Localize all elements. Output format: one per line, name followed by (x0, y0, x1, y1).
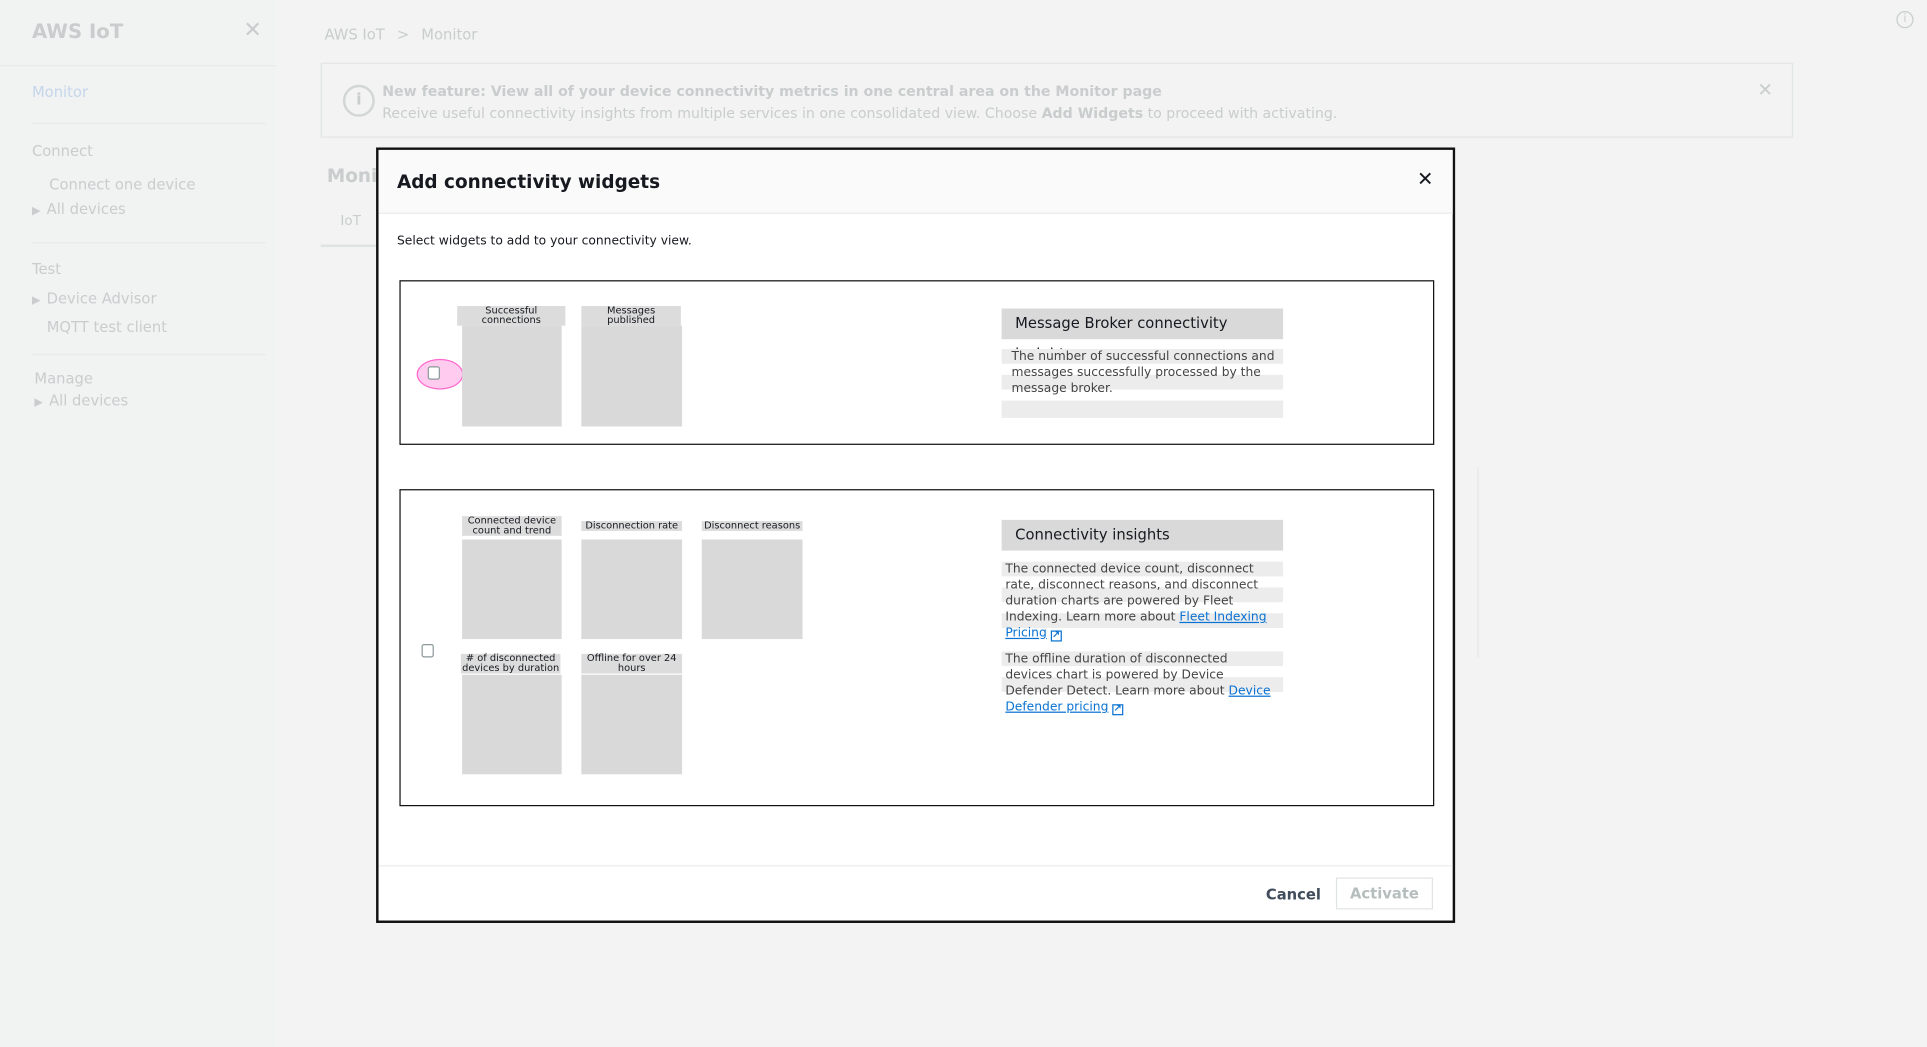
dialog-header: Add connectivity widgets ✕ (378, 149, 1453, 214)
sidebar: AWS IoT ✕ Monitor Connect Connect one de… (0, 0, 277, 1047)
external-link-icon[interactable]: ↗ (1050, 630, 1062, 642)
sidebar-item-label: All devices (49, 392, 129, 410)
external-link-icon[interactable]: ↗ (1112, 704, 1124, 716)
feature-banner: i New feature: View all of your device c… (320, 62, 1794, 138)
widget-preview (701, 539, 803, 640)
expand-icon: ▶ (31, 205, 41, 218)
dialog-instructions: Select widgets to add to your connectivi… (396, 234, 692, 249)
info-icon: i (342, 84, 375, 117)
banner-body: Receive useful connectivity insights fro… (382, 104, 1338, 122)
widget-preview (462, 674, 562, 775)
widget-label: Messages published (581, 305, 681, 326)
activate-button[interactable]: Activate (1335, 877, 1434, 910)
sidebar-item-label: Device Advisor (46, 290, 157, 308)
sidebar-item-label: All devices (46, 200, 126, 218)
widget-label: Offline for over 24 hours (581, 653, 683, 674)
breadcrumb: AWS IoT > Monitor (324, 26, 477, 43)
widget-label: # of disconnected devices by duration (460, 652, 561, 674)
info-text: The number of successful connections and… (1011, 350, 1275, 396)
widget-label: Connected device count and trend (462, 516, 562, 536)
close-icon[interactable]: ✕ (1417, 167, 1433, 190)
widget-label: Disconnect reasons (701, 520, 803, 531)
widget-group-connectivity[interactable]: Connected device count and trend Disconn… (399, 489, 1435, 807)
info-title: Message Broker connectivity insights (1001, 308, 1284, 363)
chevron-right-icon: > (396, 25, 410, 44)
breadcrumb-root[interactable]: AWS IoT (324, 26, 384, 43)
sidebar-item-monitor[interactable]: Monitor (32, 84, 88, 101)
breadcrumb-current: Monitor (421, 25, 478, 44)
widget-preview (581, 539, 683, 640)
widget-label: Successful connections (457, 305, 566, 326)
sidebar-title: AWS IoT (31, 19, 124, 44)
widget-label: Disconnection rate (581, 520, 683, 531)
add-widgets-dialog: Add connectivity widgets ✕ Select widget… (376, 147, 1456, 923)
group-checkbox[interactable] (427, 366, 440, 380)
expand-icon: ▶ (31, 294, 41, 308)
group-checkbox[interactable] (421, 643, 434, 658)
widget-preview (581, 674, 683, 775)
info-text: The connected device count, disconnect r… (1005, 562, 1267, 642)
widget-group-message-broker[interactable]: Successful connections Messages publishe… (399, 280, 1435, 445)
close-icon[interactable]: ✕ (243, 17, 262, 43)
sidebar-item-connect-one-device[interactable]: Connect one device (49, 176, 195, 193)
close-icon[interactable]: ✕ (1757, 79, 1772, 101)
widget-preview (462, 325, 562, 427)
sidebar-item-all-devices[interactable]: ▶ All devices (32, 200, 126, 217)
tab-iot[interactable]: IoT (340, 213, 361, 229)
cancel-button[interactable]: Cancel (1266, 886, 1321, 903)
sidebar-section-connect: Connect (31, 142, 93, 160)
info-title: Connectivity insights (1001, 519, 1284, 551)
banner-title: New feature: View all of your device con… (382, 82, 1162, 100)
info-text: The offline duration of disconnected dev… (1005, 652, 1271, 716)
sidebar-item-manage-all-devices[interactable]: ▶ All devices (34, 392, 128, 409)
widget-preview (581, 325, 683, 427)
info-panel: The number of successful connections and… (1001, 349, 1284, 418)
sidebar-item-mqtt-test-client[interactable]: MQTT test client (47, 318, 167, 335)
dialog-title: Add connectivity widgets (396, 170, 661, 193)
sidebar-section-manage: Manage (34, 369, 94, 388)
info-panel: The connected device count, disconnect r… (1001, 561, 1284, 642)
sidebar-item-device-advisor[interactable]: ▶ Device Advisor (32, 290, 157, 307)
widget-preview (462, 539, 562, 640)
info-panel: The offline duration of disconnected dev… (1001, 651, 1284, 716)
sidebar-section-test: Test (31, 260, 62, 278)
info-icon[interactable]: i (1896, 11, 1914, 29)
expand-icon: ▶ (34, 396, 43, 410)
